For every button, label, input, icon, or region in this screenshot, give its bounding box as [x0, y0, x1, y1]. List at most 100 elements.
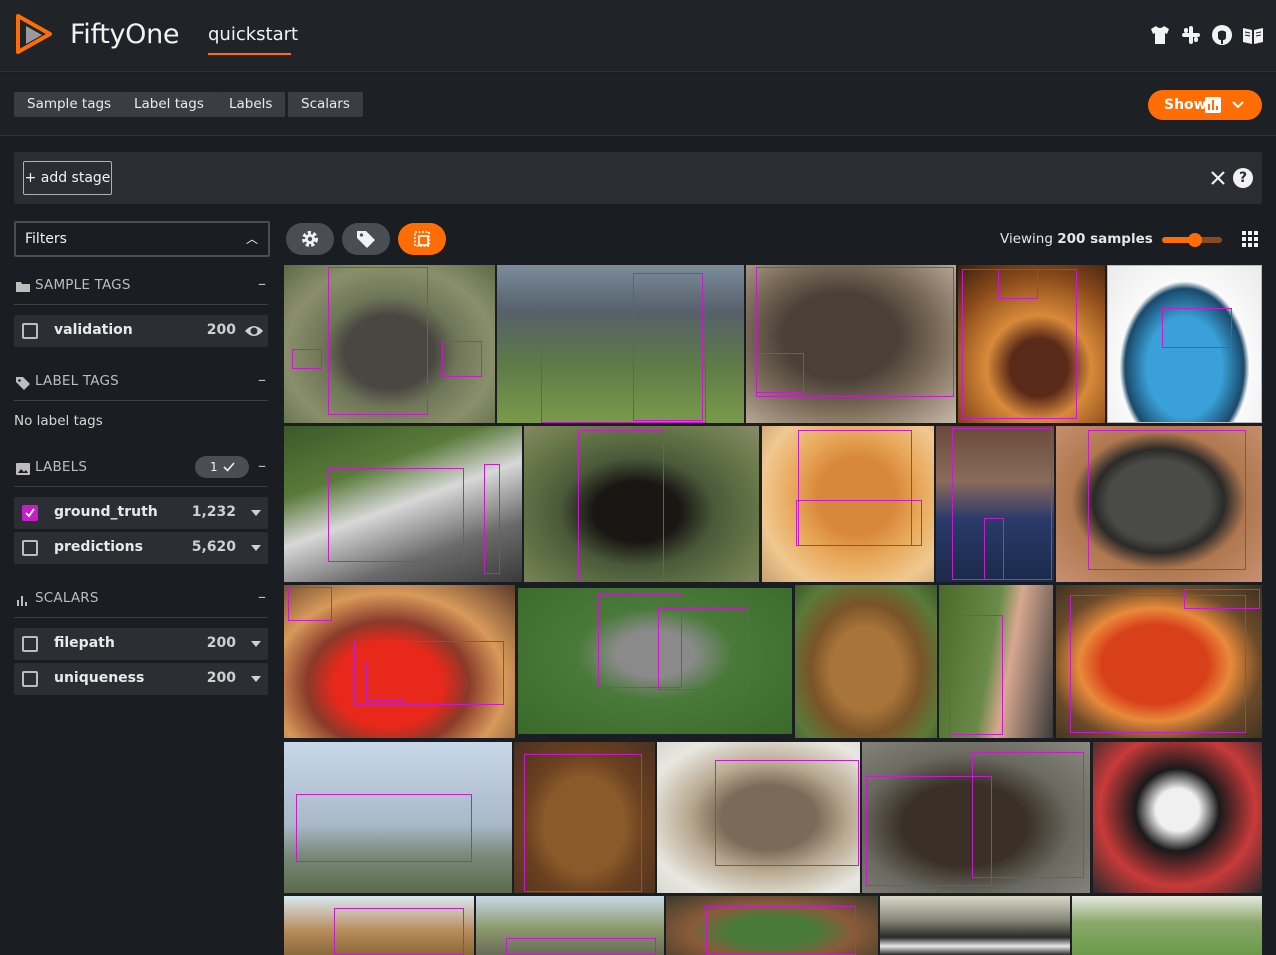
sample-thumbnail[interactable]	[1093, 742, 1262, 893]
scalar-row-filepath[interactable]: filepath 200	[14, 628, 268, 660]
labels-selected-badge[interactable]: 1	[195, 456, 249, 478]
sample-thumbnail[interactable]	[497, 265, 744, 423]
sample-thumbnail[interactable]	[939, 585, 1053, 738]
tag-icon	[357, 231, 375, 248]
crop-icon	[414, 231, 430, 247]
checkbox-checked[interactable]	[22, 505, 38, 521]
add-stage-button[interactable]: + add stage	[23, 161, 112, 195]
tag-folder-icon	[16, 282, 30, 292]
zoom-slider[interactable]	[1162, 233, 1222, 247]
bounding-box	[1088, 430, 1246, 570]
brand-name[interactable]: FiftyOne	[70, 19, 180, 50]
sample-thumbnail[interactable]	[1056, 585, 1262, 738]
bounding-box	[633, 273, 703, 421]
sample-thumbnail[interactable]	[1072, 896, 1262, 955]
caret-down-icon[interactable]	[251, 510, 261, 516]
collapse-icon[interactable]: –	[258, 456, 266, 475]
labels-title: LABELS	[35, 459, 88, 475]
book-icon[interactable]	[1242, 24, 1264, 46]
viewing-prefix: Viewing	[1000, 231, 1053, 247]
section-divider	[14, 617, 268, 618]
sample-thumbnail[interactable]	[958, 265, 1105, 423]
show-label: Show	[1164, 97, 1207, 113]
sample-thumbnail[interactable]	[795, 585, 937, 738]
sample-thumbnail[interactable]	[762, 426, 934, 582]
label-tags-button[interactable]: Label tags	[121, 92, 217, 117]
github-icon[interactable]	[1211, 24, 1233, 46]
sample-thumbnail[interactable]	[284, 896, 474, 955]
slack-icon[interactable]	[1180, 24, 1202, 46]
help-icon[interactable]: ?	[1233, 168, 1253, 188]
filters-header[interactable]: Filters ︿	[14, 221, 270, 257]
close-icon[interactable]	[1208, 168, 1228, 188]
fiftyone-logo[interactable]	[14, 14, 54, 54]
sample-thumbnail[interactable]	[657, 742, 860, 893]
eye-icon[interactable]	[244, 323, 264, 339]
tshirt-icon[interactable]	[1149, 24, 1171, 46]
sample-thumbnail[interactable]	[936, 426, 1054, 582]
checkbox[interactable]	[22, 323, 38, 339]
sample-tags-section[interactable]: SAMPLE TAGS –	[14, 272, 268, 305]
row-count: 200	[206, 635, 236, 651]
tag-button[interactable]	[342, 223, 390, 255]
checkbox[interactable]	[22, 671, 38, 687]
view-bar: + add stage ?	[14, 152, 1262, 204]
scalars-section[interactable]: SCALARS –	[14, 585, 268, 618]
scalar-row-uniqueness[interactable]: uniqueness 200	[14, 663, 268, 695]
sample-thumbnail[interactable]	[514, 742, 655, 893]
row-count: 5,620	[191, 539, 236, 555]
sample-thumbnail[interactable]	[284, 585, 515, 738]
show-button[interactable]: Show	[1148, 90, 1262, 120]
image-icon	[16, 463, 30, 475]
toolbar: Sample tags Label tags Labels Scalars Sh…	[0, 73, 1276, 136]
bounding-box	[706, 906, 856, 955]
sample-tag-row-validation[interactable]: validation 200	[14, 315, 268, 347]
settings-button[interactable]	[286, 223, 334, 255]
caret-down-icon[interactable]	[251, 641, 261, 647]
zoom-slider-handle[interactable]	[1188, 233, 1202, 247]
sample-thumbnail[interactable]	[284, 426, 522, 582]
collapse-icon[interactable]: –	[258, 370, 266, 389]
sample-thumbnail[interactable]	[746, 265, 956, 423]
bounding-box	[715, 760, 859, 866]
sample-thumbnail[interactable]	[666, 896, 878, 955]
bar-chart-icon	[1205, 97, 1221, 113]
row-count: 1,232	[191, 504, 236, 520]
sample-thumbnail[interactable]	[862, 742, 1090, 893]
label-row-ground-truth[interactable]: ground_truth 1,232	[14, 497, 268, 529]
badge-count: 1	[210, 460, 218, 474]
bounding-box	[366, 661, 406, 701]
bounding-box	[292, 349, 322, 369]
chevron-up-icon: ︿	[245, 232, 258, 246]
collapse-icon[interactable]: –	[258, 274, 266, 293]
grid-icon[interactable]	[1242, 231, 1258, 247]
labels-button[interactable]: Labels	[216, 92, 286, 117]
header-icons	[1149, 24, 1264, 46]
section-divider	[14, 486, 268, 487]
label-row-predictions[interactable]: predictions 5,620	[14, 532, 268, 564]
bounding-box	[442, 341, 482, 377]
sample-tags-button[interactable]: Sample tags	[14, 92, 125, 117]
dataset-name[interactable]: quickstart	[208, 24, 298, 45]
sample-thumbnail[interactable]	[1056, 426, 1262, 582]
bounding-box	[756, 353, 804, 393]
checkbox[interactable]	[22, 540, 38, 556]
filters-label: Filters	[25, 231, 67, 247]
sample-thumbnail[interactable]	[476, 896, 664, 955]
sample-thumbnail[interactable]	[284, 265, 495, 423]
caret-down-icon[interactable]	[251, 545, 261, 551]
caret-down-icon[interactable]	[251, 676, 261, 682]
scalars-title: SCALARS	[35, 590, 99, 606]
sample-thumbnail[interactable]	[880, 896, 1070, 955]
bounding-box	[328, 267, 428, 415]
sample-thumbnail[interactable]	[284, 742, 512, 893]
collapse-icon[interactable]: –	[258, 587, 266, 606]
sample-thumbnail[interactable]	[518, 588, 792, 734]
sample-thumbnail[interactable]	[524, 426, 759, 582]
bounding-box	[984, 518, 1004, 580]
sample-thumbnail[interactable]	[1107, 265, 1262, 423]
checkbox[interactable]	[22, 636, 38, 652]
scalars-button[interactable]: Scalars	[288, 92, 363, 117]
patches-button[interactable]	[398, 223, 446, 255]
label-tags-section[interactable]: LABEL TAGS –	[14, 368, 268, 401]
